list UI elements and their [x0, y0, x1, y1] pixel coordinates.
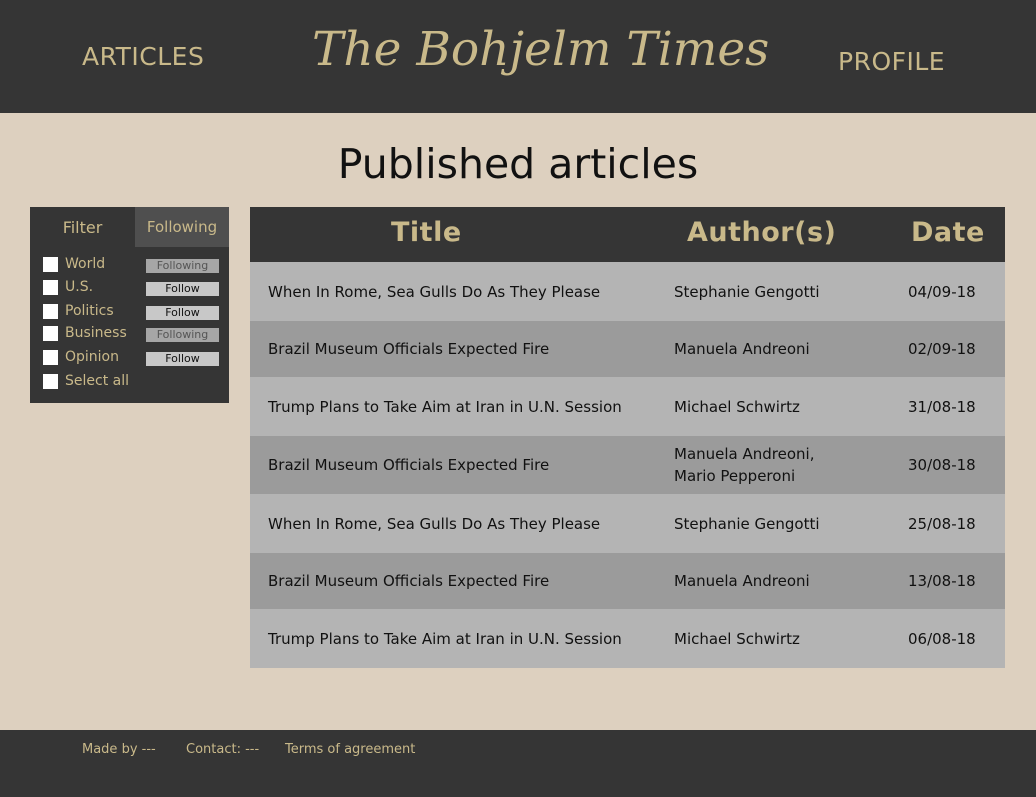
footer-terms-link[interactable]: Terms of agreement [285, 742, 415, 757]
article-date: 02/09-18 [908, 340, 976, 358]
footer-contact[interactable]: Contact: --- [186, 742, 259, 757]
column-header-author[interactable]: Author(s) [687, 207, 836, 262]
article-date: 30/08-18 [908, 456, 976, 474]
opinion-checkbox[interactable] [43, 350, 58, 365]
article-title[interactable]: Brazil Museum Officials Expected Fire [268, 436, 668, 494]
article-title[interactable]: When In Rome, Sea Gulls Do As They Pleas… [268, 262, 668, 321]
table-row[interactable]: When In Rome, Sea Gulls Do As They Pleas… [250, 262, 1005, 321]
category-row-us: U.S. Follow [42, 279, 222, 300]
column-header-date[interactable]: Date [911, 207, 985, 262]
footer-made-by: Made by --- [82, 742, 156, 757]
article-author: Manuela Andreoni, Mario Pepperoni [674, 445, 815, 485]
article-title[interactable]: Brazil Museum Officials Expected Fire [268, 553, 668, 609]
select-all-label: Select all [65, 373, 129, 389]
category-label: Politics [65, 303, 114, 319]
tab-following[interactable]: Following [135, 207, 229, 247]
follow-us-button[interactable]: Follow [146, 282, 219, 296]
article-title[interactable]: Brazil Museum Officials Expected Fire [268, 321, 668, 377]
article-title[interactable]: Trump Plans to Take Aim at Iran in U.N. … [268, 377, 668, 436]
column-header-title[interactable]: Title [391, 207, 462, 262]
business-checkbox[interactable] [43, 326, 58, 341]
table-row[interactable]: Brazil Museum Officials Expected Fire Ma… [250, 436, 1005, 494]
follow-business-button[interactable]: Following [146, 328, 219, 342]
article-author: Michael Schwirtz [674, 397, 800, 416]
table-row[interactable]: Trump Plans to Take Aim at Iran in U.N. … [250, 377, 1005, 436]
article-date: 06/08-18 [908, 629, 976, 648]
page-title: Published articles [337, 140, 699, 188]
politics-checkbox[interactable] [43, 304, 58, 319]
table-header: Title Author(s) Date [250, 207, 1005, 262]
follow-opinion-button[interactable]: Follow [146, 352, 219, 366]
article-date: 13/08-18 [908, 572, 976, 590]
article-title[interactable]: When In Rome, Sea Gulls Do As They Pleas… [268, 494, 668, 553]
table-row[interactable]: Trump Plans to Take Aim at Iran in U.N. … [250, 609, 1005, 668]
category-label: U.S. [65, 279, 94, 295]
article-date: 04/09-18 [908, 282, 976, 301]
table-row[interactable]: Brazil Museum Officials Expected Fire Ma… [250, 321, 1005, 377]
follow-world-button[interactable]: Following [146, 259, 219, 273]
filter-panel: Filter Following World Following U.S. Fo… [30, 207, 229, 403]
category-row-politics: Politics Follow [42, 303, 222, 324]
articles-table: Title Author(s) Date When In Rome, Sea G… [250, 207, 1005, 668]
article-author: Michael Schwirtz [674, 629, 800, 648]
article-author: Stephanie Gengotti [674, 514, 820, 533]
footer: Made by --- Contact: --- Terms of agreem… [0, 730, 1036, 797]
top-bar: ARTICLES The Bohjelm Times PROFILE [0, 0, 1036, 113]
article-author: Manuela Andreoni [674, 340, 810, 358]
category-row-opinion: Opinion Follow [42, 349, 222, 370]
article-title[interactable]: Trump Plans to Take Aim at Iran in U.N. … [268, 609, 668, 668]
site-logo: The Bohjelm Times [312, 22, 770, 77]
article-date: 31/08-18 [908, 397, 976, 416]
category-row-select-all: Select all [42, 373, 222, 394]
tab-filter[interactable]: Filter [30, 207, 135, 247]
world-checkbox[interactable] [43, 257, 58, 272]
category-label: Business [65, 325, 127, 341]
category-label: World [65, 256, 106, 272]
table-row[interactable]: When In Rome, Sea Gulls Do As They Pleas… [250, 494, 1005, 553]
category-row-world: World Following [42, 256, 222, 277]
us-checkbox[interactable] [43, 280, 58, 295]
article-author: Manuela Andreoni [674, 572, 810, 590]
nav-articles-link[interactable]: ARTICLES [82, 42, 204, 71]
nav-profile-link[interactable]: PROFILE [838, 47, 945, 76]
category-label: Opinion [65, 349, 119, 365]
category-row-business: Business Following [42, 325, 222, 346]
article-date: 25/08-18 [908, 514, 976, 533]
article-author: Stephanie Gengotti [674, 282, 820, 301]
select-all-checkbox[interactable] [43, 374, 58, 389]
table-row[interactable]: Brazil Museum Officials Expected Fire Ma… [250, 553, 1005, 609]
follow-politics-button[interactable]: Follow [146, 306, 219, 320]
